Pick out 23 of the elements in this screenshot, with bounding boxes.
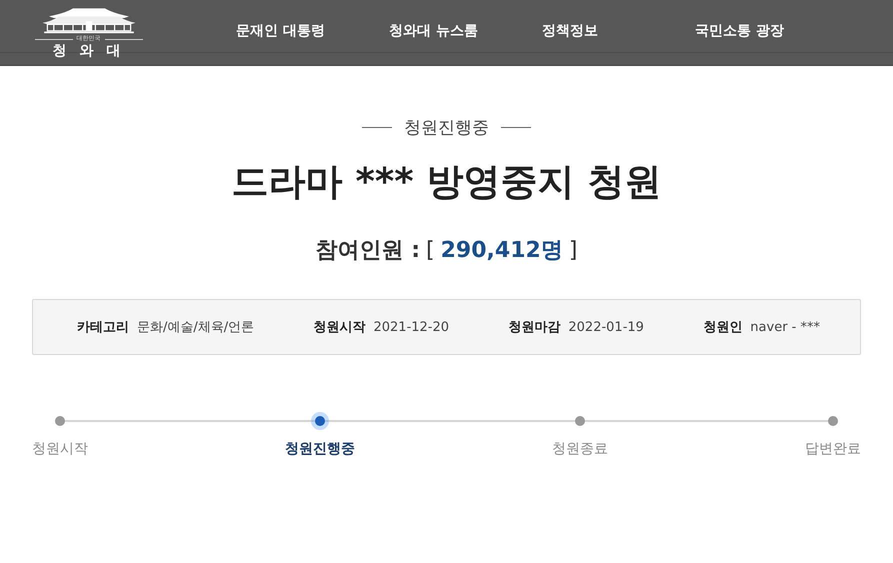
info-label: 청원시작 (313, 319, 366, 336)
info-label: 카테고리 (77, 319, 129, 336)
nav-link[interactable]: 국민소통 광장 (695, 22, 848, 40)
info-value: 2021-12-20 (373, 320, 450, 334)
info-value: 2022-01-19 (568, 320, 644, 334)
nav-link[interactable]: 청와대 뉴스룸 (389, 22, 542, 40)
logo-name: 청 와 대 (52, 43, 124, 59)
step-label: 청원진행중 (285, 440, 355, 458)
nav-link[interactable]: 정책정보 (542, 22, 695, 40)
info-label: 청원마감 (508, 319, 560, 336)
petition-title: 드라마 *** 방영중지 청원 (232, 159, 662, 205)
participants-count: 290,412명 (440, 237, 563, 265)
bracket: [ (426, 238, 435, 262)
info-value: naver - *** (750, 320, 820, 334)
petition-status: 청원진행중 (404, 117, 489, 139)
bracket: ] (568, 238, 578, 262)
info-label: 청원인 (703, 319, 742, 336)
info-value: 문화/예술/체육/언론 (137, 319, 254, 336)
step-label: 청원종료 (552, 440, 608, 458)
participants-label: 참여인원 : (316, 237, 420, 265)
nav-link[interactable]: 문재인 대통령 (236, 22, 389, 40)
step-label: 답변완료 (805, 440, 861, 458)
step-label: 청원시작 (32, 440, 88, 458)
